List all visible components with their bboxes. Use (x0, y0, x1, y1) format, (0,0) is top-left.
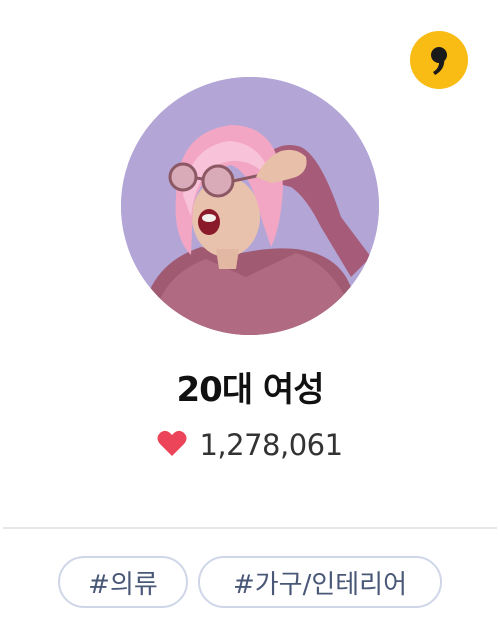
likes-count: 1,278,061 (199, 428, 343, 462)
comma-quote-icon[interactable] (410, 31, 468, 89)
heart-icon[interactable] (157, 430, 187, 461)
tag-chip[interactable]: #의류 (58, 556, 188, 608)
tag-list: #의류 #가구/인테리어 (0, 556, 500, 612)
profile-title: 20대 여성 (176, 370, 325, 410)
tag-chip[interactable]: #가구/인테리어 (198, 556, 442, 608)
profile-card: 20대 여성 1,278,061 #의류 #가구/인테리어 (0, 0, 500, 640)
likes-row: 1,278,061 (0, 428, 500, 462)
avatar (121, 77, 379, 335)
divider (3, 527, 497, 529)
